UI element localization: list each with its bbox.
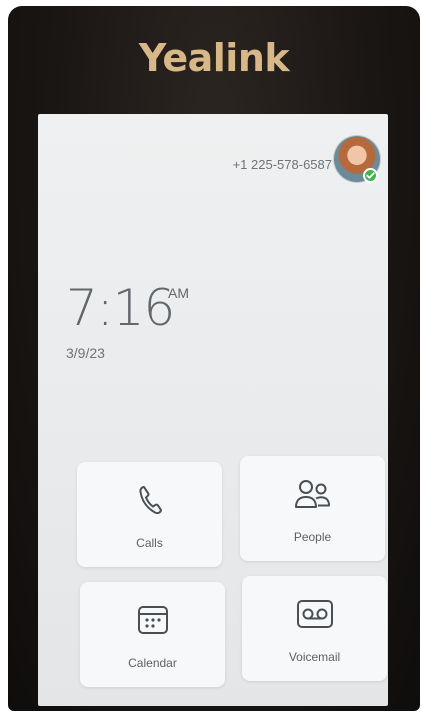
clock: 7:16 AM bbox=[66, 279, 189, 337]
voicemail-label: Voicemail bbox=[288, 650, 341, 664]
phone-screen: +1 225-578-6587 7:16 AM 3/9/23 Calls Peo… bbox=[38, 114, 388, 706]
calendar-icon bbox=[80, 604, 225, 636]
calls-label: Calls bbox=[136, 536, 163, 550]
clock-date: 3/9/23 bbox=[66, 345, 105, 361]
photo-frame: Yealink +1 225-578-6587 7:16 AM 3/9/23 C… bbox=[0, 0, 421, 717]
calendar-tile[interactable]: Calendar bbox=[80, 582, 225, 687]
own-phone-number: +1 225-578-6587 bbox=[232, 157, 332, 172]
people-icon bbox=[240, 478, 385, 510]
presence-available-icon bbox=[363, 168, 378, 183]
voicemail-tile[interactable]: Voicemail bbox=[242, 576, 387, 681]
avatar[interactable] bbox=[334, 136, 380, 183]
desk-phone-body: Yealink +1 225-578-6587 7:16 AM 3/9/23 C… bbox=[8, 6, 420, 711]
clock-ampm: AM bbox=[168, 285, 189, 301]
people-label: People bbox=[293, 530, 332, 544]
brand-logo: Yealink bbox=[138, 36, 290, 80]
calendar-label: Calendar bbox=[128, 656, 177, 670]
people-tile[interactable]: People bbox=[240, 456, 385, 561]
clock-time: 7:16 bbox=[66, 279, 175, 337]
voicemail-icon bbox=[242, 598, 387, 630]
phone-icon bbox=[77, 484, 222, 516]
calls-tile[interactable]: Calls bbox=[77, 462, 222, 567]
